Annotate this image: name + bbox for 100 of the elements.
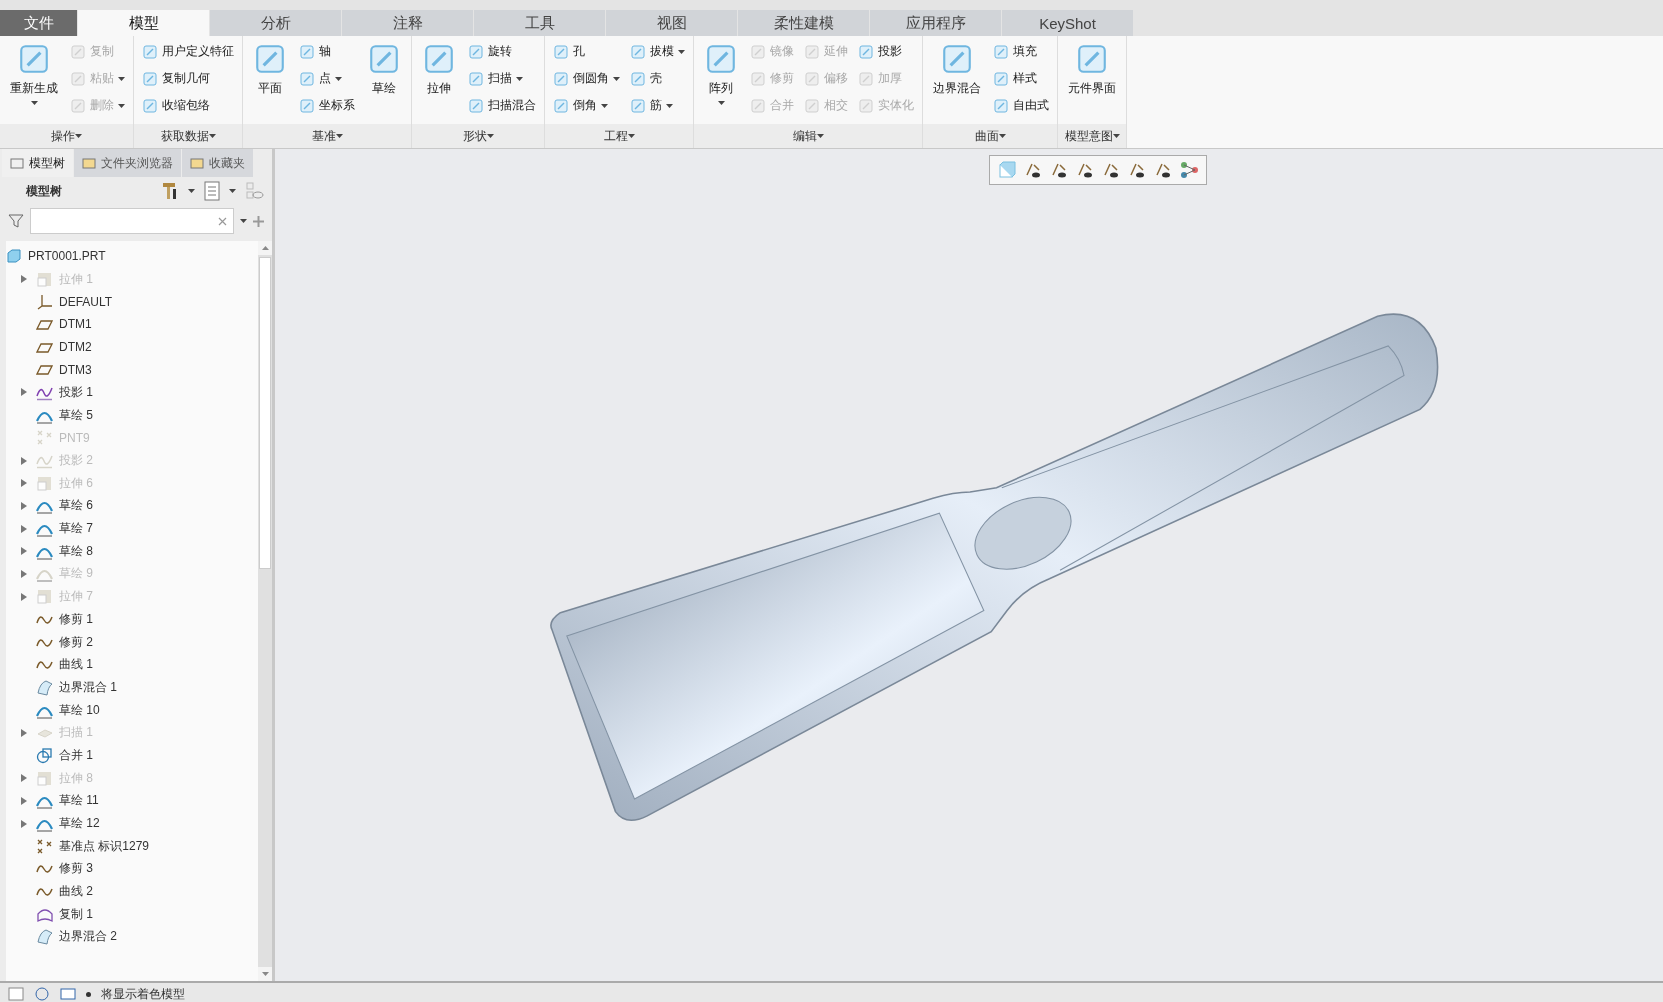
group-label[interactable]: 工程 xyxy=(545,124,693,148)
caret-icon[interactable] xyxy=(229,189,236,193)
caret-icon[interactable] xyxy=(335,76,342,81)
ribbon-button[interactable]: 边界混合 xyxy=(929,40,985,124)
expand-icon[interactable] xyxy=(20,479,28,488)
caret-icon[interactable] xyxy=(240,219,247,223)
expand-icon[interactable] xyxy=(20,819,28,828)
group-label[interactable]: 编辑 xyxy=(694,124,922,148)
tree-item[interactable]: 草绘 11 xyxy=(6,789,258,813)
tree-item[interactable]: 修剪 1 xyxy=(6,608,258,631)
panel-tab[interactable]: 文件夹浏览器 xyxy=(74,149,181,177)
ribbon-button[interactable]: 拉伸 xyxy=(418,40,460,124)
ribbon-button[interactable]: 壳 xyxy=(628,67,687,90)
caret-icon[interactable] xyxy=(516,76,523,81)
group-label[interactable]: 曲面 xyxy=(923,124,1057,148)
expand-icon[interactable] xyxy=(20,796,28,805)
expand-icon[interactable] xyxy=(20,275,28,284)
tree-item[interactable]: 修剪 2 xyxy=(6,630,258,654)
panel-tab[interactable]: 模型树 xyxy=(2,149,73,177)
ribbon-tab[interactable]: 工具 xyxy=(474,10,606,36)
tree-item[interactable]: DEFAULT xyxy=(6,290,258,314)
panel-tab[interactable]: 收藏夹 xyxy=(182,149,253,177)
ribbon-button[interactable]: 平面 xyxy=(249,40,291,124)
ribbon-button[interactable]: 自由式 xyxy=(991,94,1051,117)
ribbon-button[interactable]: 元件界面 xyxy=(1064,40,1120,124)
tree-item[interactable]: DTM1 xyxy=(6,313,258,336)
caret-icon[interactable] xyxy=(816,134,824,138)
ribbon-button[interactable]: 点 xyxy=(297,67,357,90)
ribbon-tab[interactable]: 应用程序 xyxy=(870,10,1002,36)
tree-item[interactable]: 草绘 8 xyxy=(6,539,258,563)
caret-icon[interactable] xyxy=(678,49,685,54)
caret-icon[interactable] xyxy=(208,134,216,138)
tree-item[interactable]: 基准点 标识1279 xyxy=(6,834,258,858)
group-label[interactable]: 获取数据 xyxy=(134,124,242,148)
ribbon-button[interactable]: 倒角 xyxy=(551,94,622,117)
ribbon-button[interactable]: 旋转 xyxy=(466,40,538,63)
tree-item[interactable]: 合并 1 xyxy=(6,744,258,767)
ribbon-button[interactable]: 拔模 xyxy=(628,40,687,63)
caret-icon[interactable] xyxy=(75,134,82,138)
tree-item[interactable]: 边界混合 1 xyxy=(6,676,258,699)
tree-item[interactable]: PRT0001.PRT xyxy=(28,249,106,264)
ribbon-button[interactable]: 孔 xyxy=(551,40,622,63)
tree-item[interactable]: DTM2 xyxy=(6,335,258,359)
ribbon-button[interactable]: 扫描 xyxy=(466,67,538,90)
caret-icon[interactable] xyxy=(188,189,195,193)
ribbon-tab[interactable]: 柔性建模 xyxy=(738,10,870,36)
expand-icon[interactable] xyxy=(20,774,28,783)
caret-icon[interactable] xyxy=(486,134,494,138)
caret-icon[interactable] xyxy=(30,101,38,105)
tree-item[interactable]: 投影 1 xyxy=(6,381,258,404)
ribbon-button[interactable]: 复制几何 xyxy=(140,67,236,90)
ribbon-button[interactable]: 筋 xyxy=(628,94,687,117)
close-icon[interactable] xyxy=(218,216,227,226)
ribbon-button[interactable]: 轴 xyxy=(297,40,357,63)
ribbon-button[interactable]: 扫描混合 xyxy=(466,94,538,117)
ribbon-button[interactable]: 投影 xyxy=(856,40,916,63)
caret-icon[interactable] xyxy=(627,134,635,138)
tree-item[interactable]: 草绘 5 xyxy=(6,403,258,427)
ribbon-tab[interactable]: 模型 xyxy=(78,10,210,36)
ribbon-button[interactable]: 倒圆角 xyxy=(551,67,622,90)
expand-icon[interactable] xyxy=(20,569,28,578)
ribbon-button[interactable]: 填充 xyxy=(991,40,1051,63)
ribbon-button[interactable]: 草绘 xyxy=(363,40,405,124)
tree-item[interactable]: 曲线 2 xyxy=(6,880,258,903)
scroll-up-icon[interactable] xyxy=(261,246,269,250)
caret-icon[interactable] xyxy=(998,134,1006,138)
group-label[interactable]: 操作 xyxy=(0,124,133,148)
ribbon-tab[interactable]: KeyShot xyxy=(1002,10,1134,36)
nodes-icon[interactable] xyxy=(1180,161,1198,179)
ribbon-button[interactable]: 坐标系 xyxy=(297,94,357,117)
expand-icon[interactable] xyxy=(20,501,28,510)
scroll-down-icon[interactable] xyxy=(261,972,269,976)
caret-icon[interactable] xyxy=(601,103,608,108)
tree-item[interactable]: 曲线 1 xyxy=(6,653,258,677)
tree-item[interactable]: 草绘 6 xyxy=(6,494,258,518)
group-label[interactable]: 形状 xyxy=(412,124,544,148)
ribbon-tab[interactable]: 视图 xyxy=(606,10,738,36)
tree-item[interactable]: 草绘 12 xyxy=(6,812,258,835)
caret-icon[interactable] xyxy=(613,76,620,81)
ribbon-button[interactable]: 样式 xyxy=(991,67,1051,90)
globe-icon[interactable] xyxy=(34,987,50,1001)
caret-icon[interactable] xyxy=(666,103,673,108)
tree-item[interactable]: 草绘 7 xyxy=(6,517,258,540)
expand-icon[interactable] xyxy=(20,592,28,601)
caret-icon[interactable] xyxy=(717,101,725,105)
tree-item[interactable]: 草绘 10 xyxy=(6,698,258,722)
group-label[interactable]: 模型意图 xyxy=(1058,124,1126,148)
ribbon-tab[interactable]: 分析 xyxy=(210,10,342,36)
tree-item[interactable]: 复制 1 xyxy=(6,902,258,926)
ribbon-button[interactable]: 阵列 xyxy=(700,40,742,124)
ribbon-button[interactable]: 收缩包络 xyxy=(140,94,236,117)
expand-icon[interactable] xyxy=(20,456,28,465)
expand-icon[interactable] xyxy=(20,728,28,737)
caret-icon[interactable] xyxy=(335,134,343,138)
group-label[interactable]: 基准 xyxy=(243,124,411,148)
ribbon-tab[interactable]: 注释 xyxy=(342,10,474,36)
filter-icon[interactable] xyxy=(8,213,24,229)
caret-icon[interactable] xyxy=(1112,134,1120,138)
ribbon-button[interactable]: 重新生成 xyxy=(6,40,62,124)
expand-icon[interactable] xyxy=(20,547,28,556)
